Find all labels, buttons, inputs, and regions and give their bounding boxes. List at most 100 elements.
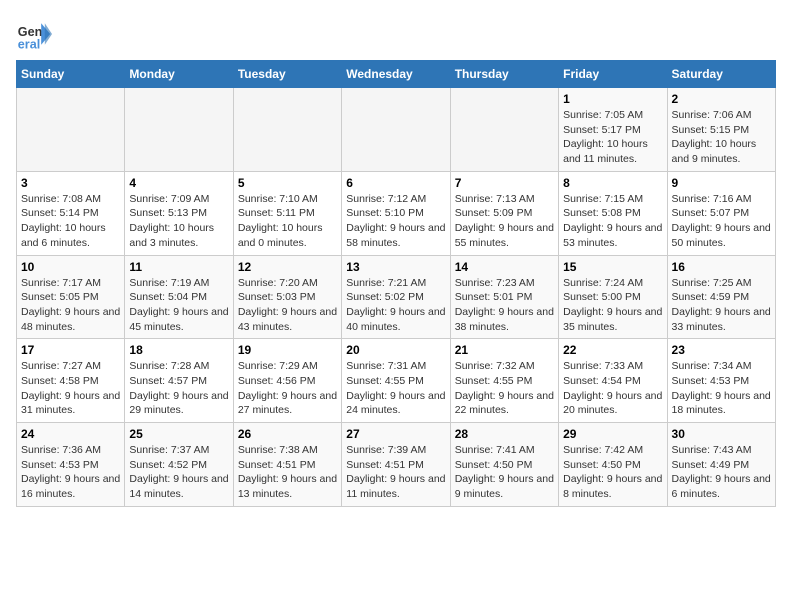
day-number: 12 <box>238 260 337 274</box>
calendar-cell: 24Sunrise: 7:36 AM Sunset: 4:53 PM Dayli… <box>17 423 125 507</box>
day-number: 30 <box>672 427 771 441</box>
day-number: 22 <box>563 343 662 357</box>
day-info: Sunrise: 7:32 AM Sunset: 4:55 PM Dayligh… <box>455 359 554 418</box>
day-number: 8 <box>563 176 662 190</box>
calendar-cell: 25 Sunrise: 7:37 AM Sunset: 4:52 PM Dayli… <box>125 423 233 507</box>
day-info: Sunrise: 7:37 AM Sunset: 4:52 PM Dayligh… <box>129 443 228 502</box>
day-info: Sunrise: 7:13 AM Sunset: 5:09 PM Dayligh… <box>455 192 554 251</box>
day-info: Sunrise: 7:42 AM Sunset: 4:50 PM Dayligh… <box>563 443 662 502</box>
weekday-header-thursday: Thursday <box>450 61 558 88</box>
calendar-cell: 6 Sunrise: 7:12 AM Sunset: 5:10 PM Daylig… <box>342 171 450 255</box>
calendar-cell: 26 Sunrise: 7:38 AM Sunset: 4:51 PM Dayli… <box>233 423 341 507</box>
day-number: 5 <box>238 176 337 190</box>
day-info: Sunrise: 7:16 AM Sunset: 5:07 PM Dayligh… <box>672 192 771 251</box>
calendar-cell: 29 Sunrise: 7:42 AM Sunset: 4:50 PM Dayli… <box>559 423 667 507</box>
calendar-cell: 4 Sunrise: 7:09 AM Sunset: 5:13 PM Daylig… <box>125 171 233 255</box>
calendar-cell <box>125 88 233 172</box>
day-number: 16 <box>672 260 771 274</box>
weekday-header-saturday: Saturday <box>667 61 775 88</box>
calendar-cell: 7Sunrise: 7:13 AM Sunset: 5:09 PM Daylig… <box>450 171 558 255</box>
day-info: Sunrise: 7:31 AM Sunset: 4:55 PM Dayligh… <box>346 359 445 418</box>
day-number: 19 <box>238 343 337 357</box>
day-info: Sunrise: 7:38 AM Sunset: 4:51 PM Dayligh… <box>238 443 337 502</box>
day-number: 29 <box>563 427 662 441</box>
calendar-cell: 12 Sunrise: 7:20 AM Sunset: 5:03 PM Dayli… <box>233 255 341 339</box>
day-number: 25 <box>129 427 228 441</box>
day-number: 14 <box>455 260 554 274</box>
calendar-cell: 18 Sunrise: 7:28 AM Sunset: 4:57 PM Dayli… <box>125 339 233 423</box>
day-number: 20 <box>346 343 445 357</box>
day-number: 2 <box>672 92 771 106</box>
day-info: Sunrise: 7:15 AM Sunset: 5:08 PM Dayligh… <box>563 192 662 251</box>
weekday-header-tuesday: Tuesday <box>233 61 341 88</box>
day-number: 26 <box>238 427 337 441</box>
day-info: Sunrise: 7:41 AM Sunset: 4:50 PM Dayligh… <box>455 443 554 502</box>
day-info: Sunrise: 7:21 AM Sunset: 5:02 PM Dayligh… <box>346 276 445 335</box>
day-number: 6 <box>346 176 445 190</box>
weekday-header-friday: Friday <box>559 61 667 88</box>
day-number: 21 <box>455 343 554 357</box>
day-number: 28 <box>455 427 554 441</box>
day-number: 27 <box>346 427 445 441</box>
day-info: Sunrise: 7:28 AM Sunset: 4:57 PM Dayligh… <box>129 359 228 418</box>
day-info: Sunrise: 7:06 AM Sunset: 5:15 PM Dayligh… <box>672 108 771 167</box>
calendar-cell <box>450 88 558 172</box>
day-info: Sunrise: 7:23 AM Sunset: 5:01 PM Dayligh… <box>455 276 554 335</box>
calendar-cell: 13 Sunrise: 7:21 AM Sunset: 5:02 PM Dayli… <box>342 255 450 339</box>
day-info: Sunrise: 7:36 AM Sunset: 4:53 PM Dayligh… <box>21 443 120 502</box>
calendar-cell: 3Sunrise: 7:08 AM Sunset: 5:14 PM Daylig… <box>17 171 125 255</box>
day-info: Sunrise: 7:17 AM Sunset: 5:05 PM Dayligh… <box>21 276 120 335</box>
day-number: 4 <box>129 176 228 190</box>
calendar-cell <box>17 88 125 172</box>
calendar-cell: 1 Sunrise: 7:05 AM Sunset: 5:17 PM Daylig… <box>559 88 667 172</box>
calendar-cell: 23 Sunrise: 7:34 AM Sunset: 4:53 PM Dayli… <box>667 339 775 423</box>
day-info: Sunrise: 7:27 AM Sunset: 4:58 PM Dayligh… <box>21 359 120 418</box>
calendar-cell: 10 Sunrise: 7:17 AM Sunset: 5:05 PM Dayli… <box>17 255 125 339</box>
svg-text:eral: eral <box>18 37 40 51</box>
calendar-cell: 20 Sunrise: 7:31 AM Sunset: 4:55 PM Dayli… <box>342 339 450 423</box>
calendar-week-1: 1 Sunrise: 7:05 AM Sunset: 5:17 PM Daylig… <box>17 88 776 172</box>
day-info: Sunrise: 7:09 AM Sunset: 5:13 PM Dayligh… <box>129 192 228 251</box>
calendar-cell: 22Sunrise: 7:33 AM Sunset: 4:54 PM Dayli… <box>559 339 667 423</box>
logo: Gen eral <box>16 16 54 52</box>
calendar-cell: 16Sunrise: 7:25 AM Sunset: 4:59 PM Dayli… <box>667 255 775 339</box>
day-number: 9 <box>672 176 771 190</box>
day-info: Sunrise: 7:24 AM Sunset: 5:00 PM Dayligh… <box>563 276 662 335</box>
calendar-cell: 11 Sunrise: 7:19 AM Sunset: 5:04 PM Dayli… <box>125 255 233 339</box>
day-number: 1 <box>563 92 662 106</box>
day-info: Sunrise: 7:05 AM Sunset: 5:17 PM Dayligh… <box>563 108 662 167</box>
weekday-header-sunday: Sunday <box>17 61 125 88</box>
calendar-header: SundayMondayTuesdayWednesdayThursdayFrid… <box>17 61 776 88</box>
logo-icon: Gen eral <box>16 16 52 52</box>
calendar-cell: 14 Sunrise: 7:23 AM Sunset: 5:01 PM Dayli… <box>450 255 558 339</box>
day-number: 18 <box>129 343 228 357</box>
weekday-header-monday: Monday <box>125 61 233 88</box>
day-number: 11 <box>129 260 228 274</box>
day-info: Sunrise: 7:08 AM Sunset: 5:14 PM Dayligh… <box>21 192 120 251</box>
day-info: Sunrise: 7:19 AM Sunset: 5:04 PM Dayligh… <box>129 276 228 335</box>
day-info: Sunrise: 7:34 AM Sunset: 4:53 PM Dayligh… <box>672 359 771 418</box>
calendar-cell: 2 Sunrise: 7:06 AM Sunset: 5:15 PM Daylig… <box>667 88 775 172</box>
calendar-cell: 28 Sunrise: 7:41 AM Sunset: 4:50 PM Dayli… <box>450 423 558 507</box>
calendar-cell: 27 Sunrise: 7:39 AM Sunset: 4:51 PM Dayli… <box>342 423 450 507</box>
weekday-header-wednesday: Wednesday <box>342 61 450 88</box>
day-info: Sunrise: 7:10 AM Sunset: 5:11 PM Dayligh… <box>238 192 337 251</box>
calendar-cell <box>233 88 341 172</box>
calendar-week-4: 17 Sunrise: 7:27 AM Sunset: 4:58 PM Dayli… <box>17 339 776 423</box>
calendar-cell: 15 Sunrise: 7:24 AM Sunset: 5:00 PM Dayli… <box>559 255 667 339</box>
day-info: Sunrise: 7:12 AM Sunset: 5:10 PM Dayligh… <box>346 192 445 251</box>
day-number: 23 <box>672 343 771 357</box>
day-number: 10 <box>21 260 120 274</box>
day-number: 15 <box>563 260 662 274</box>
calendar-week-3: 10 Sunrise: 7:17 AM Sunset: 5:05 PM Dayli… <box>17 255 776 339</box>
calendar-cell: 19Sunrise: 7:29 AM Sunset: 4:56 PM Dayli… <box>233 339 341 423</box>
day-info: Sunrise: 7:39 AM Sunset: 4:51 PM Dayligh… <box>346 443 445 502</box>
calendar-cell: 21 Sunrise: 7:32 AM Sunset: 4:55 PM Dayli… <box>450 339 558 423</box>
calendar-cell <box>342 88 450 172</box>
day-number: 13 <box>346 260 445 274</box>
calendar-week-2: 3Sunrise: 7:08 AM Sunset: 5:14 PM Daylig… <box>17 171 776 255</box>
day-info: Sunrise: 7:20 AM Sunset: 5:03 PM Dayligh… <box>238 276 337 335</box>
calendar-cell: 8 Sunrise: 7:15 AM Sunset: 5:08 PM Daylig… <box>559 171 667 255</box>
calendar-cell: 9 Sunrise: 7:16 AM Sunset: 5:07 PM Daylig… <box>667 171 775 255</box>
day-number: 17 <box>21 343 120 357</box>
